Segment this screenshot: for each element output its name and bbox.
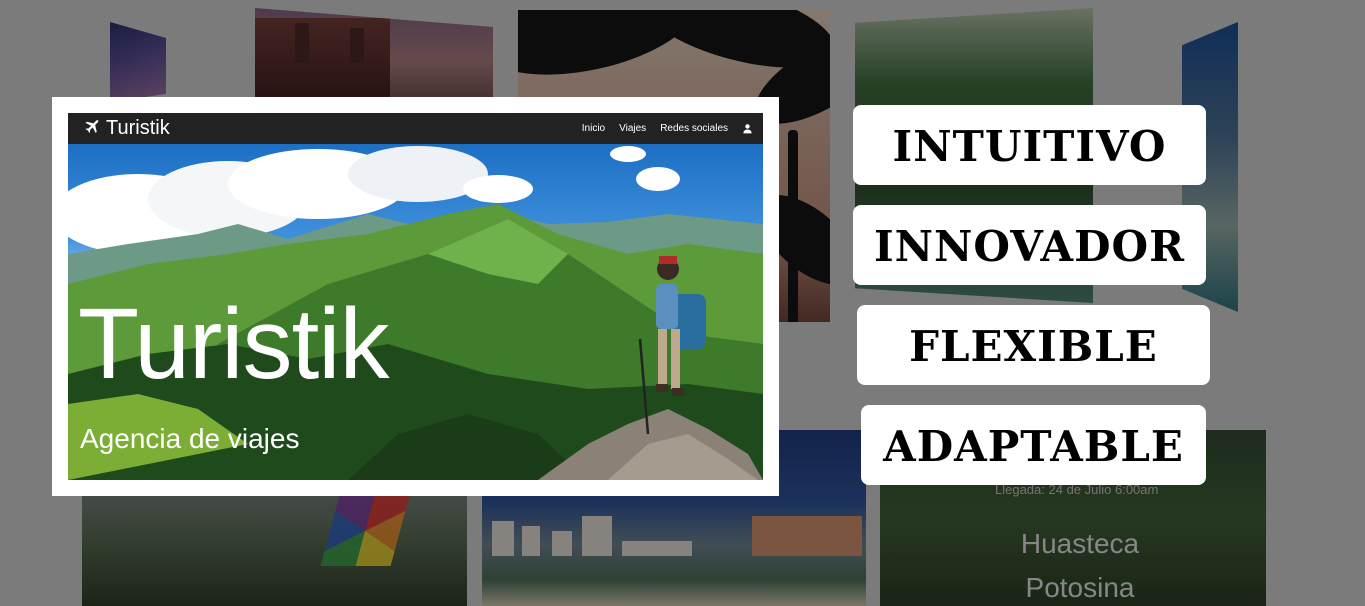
- trip-destination: Huasteca Potosina: [1020, 528, 1140, 603]
- user-icon[interactable]: [742, 123, 753, 134]
- keyword-badge-intuitivo: INTUITIVO: [853, 105, 1206, 185]
- keyword-badge-adaptable: ADAPTABLE: [861, 405, 1206, 485]
- keyword-badge-innovador: INNOVADOR: [853, 205, 1206, 285]
- keyword-badge-flexible: FLEXIBLE: [857, 305, 1210, 385]
- brand-name: Turistik: [106, 117, 170, 139]
- nav-viajes[interactable]: Viajes: [619, 123, 646, 134]
- bg-photo-night-sky: [110, 22, 166, 102]
- website-preview: Turistik Inicio Viajes Redes sociales Tu…: [52, 97, 779, 496]
- brand-link[interactable]: Turistik: [84, 115, 170, 142]
- bg-photo-parade: [82, 496, 467, 606]
- nav-redes-sociales[interactable]: Redes sociales: [660, 123, 728, 134]
- nav-inicio[interactable]: Inicio: [582, 123, 605, 134]
- hero-banner: Turistik Agencia de viajes: [68, 144, 763, 480]
- navbar: Turistik Inicio Viajes Redes sociales: [68, 113, 763, 144]
- airplane-icon: [84, 117, 102, 141]
- hero-title: Turistik: [78, 288, 390, 400]
- bg-photo-palace: [255, 8, 493, 103]
- hero-subtitle: Agencia de viajes: [80, 423, 300, 454]
